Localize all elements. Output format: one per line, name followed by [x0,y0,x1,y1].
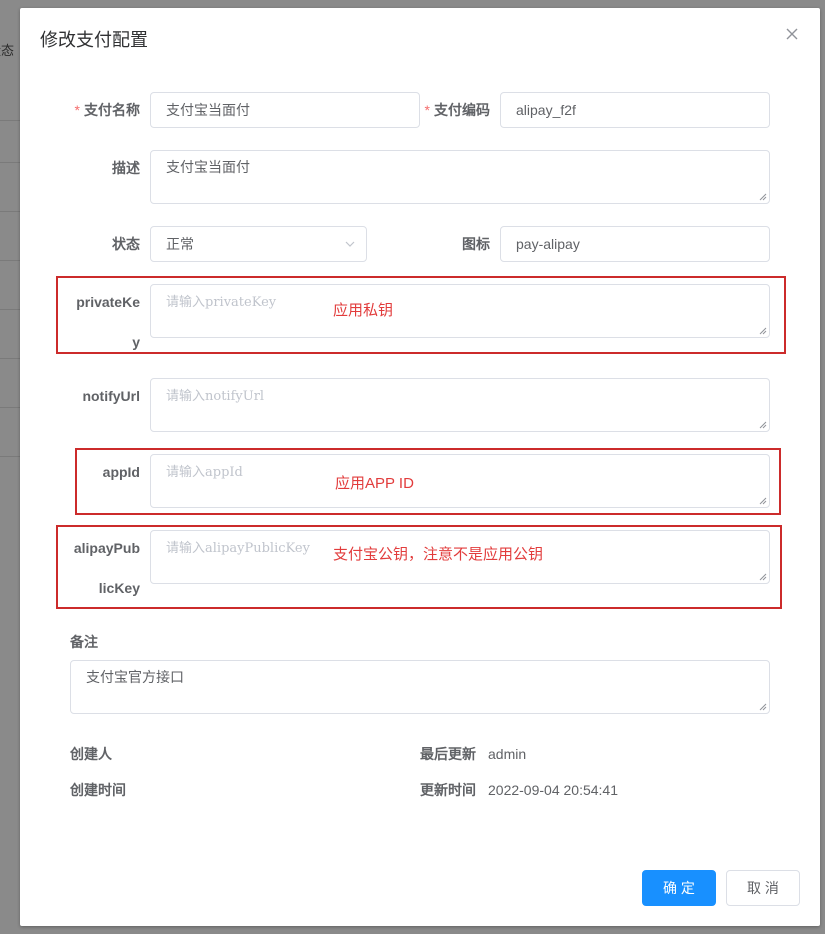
background-divider [0,456,20,457]
updated-time-label: 更新时间 [420,782,476,798]
annotation-box-app-id [75,448,781,515]
pay-code-label-text: 支付编码 [434,102,490,118]
resize-handle-icon[interactable] [759,421,767,429]
resize-handle-icon[interactable] [759,193,767,201]
pay-name-label: * 支付名称 [50,92,140,128]
description-textarea[interactable]: 支付宝当面付 [150,150,770,204]
close-icon[interactable] [784,26,800,42]
notify-url-textarea[interactable]: 请输入notifyUrl [150,378,770,432]
background-divider [0,260,20,261]
required-star: * [424,102,430,118]
pay-code-input[interactable]: alipay_f2f [500,92,770,128]
last-updater-value: admin [488,746,527,762]
background-column-fragment: 状态 [0,43,15,58]
notify-url-label: notifyUrl [82,388,140,404]
pay-name-label-text: 支付名称 [84,102,140,118]
background-divider [0,162,20,163]
remark-text: 支付宝官方接口 [86,669,184,685]
created-time-label: 创建时间 [70,782,126,798]
notify-url-placeholder: 请输入notifyUrl [166,389,265,404]
annotation-private-key: 应用私钥 [333,302,394,319]
status-label: 状态 [112,236,140,252]
description-text: 支付宝当面付 [166,159,250,175]
pay-code-label: * 支付编码 [400,92,490,128]
remark-label: 备注 [70,634,98,650]
annotation-box-public-key [56,525,782,609]
creator-label: 创建人 [70,746,112,762]
annotation-box-private-key [56,276,786,354]
background-divider [0,120,20,121]
background-divider [0,211,20,212]
required-star: * [74,102,80,118]
annotation-public-key: 支付宝公钥，注意不是应用公钥 [333,546,544,563]
pay-name-input[interactable]: 支付宝当面付 [150,92,420,128]
background-divider [0,358,20,359]
status-select[interactable]: 正常 [150,226,367,262]
dialog-title: 修改支付配置 [40,30,148,50]
background-divider [0,309,20,310]
background-divider [0,407,20,408]
annotation-app-id: 应用APP ID [335,475,414,492]
edit-payment-dialog: 修改支付配置 * 支付名称 支付宝当面付 * 支付编码 alipay_f2f 描述 … [20,8,820,926]
icon-label: 图标 [462,236,490,252]
confirm-button[interactable]: 确 定 [642,870,716,906]
updated-time-value: 2022-09-04 20:54:41 [488,782,618,798]
icon-input[interactable]: pay-alipay [500,226,770,262]
cancel-button[interactable]: 取 消 [726,870,800,906]
last-updater-label: 最后更新 [420,746,476,762]
status-select-value: 正常 [166,236,194,252]
description-label: 描述 [112,160,140,176]
remark-textarea[interactable]: 支付宝官方接口 [70,660,770,714]
chevron-down-icon [345,241,355,247]
resize-handle-icon[interactable] [759,703,767,711]
